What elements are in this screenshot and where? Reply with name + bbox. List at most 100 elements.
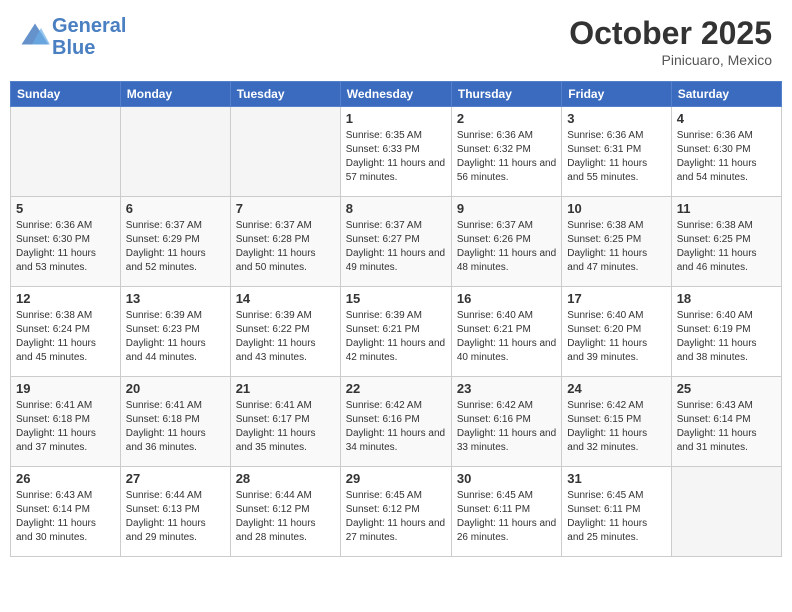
day-number: 20	[126, 381, 225, 396]
weekday-header-wednesday: Wednesday	[340, 82, 451, 107]
calendar-cell: 19Sunrise: 6:41 AMSunset: 6:18 PMDayligh…	[11, 377, 121, 467]
calendar-cell: 7 Sunrise: 6:37 AMSunset: 6:28 PMDaylight…	[230, 197, 340, 287]
day-number: 22	[346, 381, 446, 396]
calendar-cell: 26 Sunrise: 6:43 AMSunset: 6:14 PMDayligh…	[11, 467, 121, 557]
day-info: Sunrise: 6:43 AMSunset: 6:14 PMDaylight:…	[677, 399, 776, 455]
calendar-cell: 8 Sunrise: 6:37 AMSunset: 6:27 PMDaylight…	[340, 197, 451, 287]
calendar-cell: 27Sunrise: 6:44 AMSunset: 6:13 PMDayligh…	[120, 467, 230, 557]
day-info: Sunrise: 6:42 AMSunset: 6:16 PMDaylight:…	[346, 399, 446, 455]
day-number: 31	[567, 471, 665, 486]
weekday-header-monday: Monday	[120, 82, 230, 107]
calendar-cell: 5 Sunrise: 6:36 AMSunset: 6:30 PMDaylight…	[11, 197, 121, 287]
calendar-week-row: 19Sunrise: 6:41 AMSunset: 6:18 PMDayligh…	[11, 377, 782, 467]
calendar-cell: 1 Sunrise: 6:35 AMSunset: 6:33 PMDaylight…	[340, 107, 451, 197]
day-number: 9	[457, 201, 556, 216]
day-number: 7	[236, 201, 335, 216]
day-info: Sunrise: 6:36 AMSunset: 6:32 PMDaylight:…	[457, 129, 556, 185]
calendar-cell: 10Sunrise: 6:38 AMSunset: 6:25 PMDayligh…	[562, 197, 671, 287]
day-info: Sunrise: 6:35 AMSunset: 6:33 PMDaylight:…	[346, 129, 446, 185]
day-info: Sunrise: 6:41 AMSunset: 6:17 PMDaylight:…	[236, 399, 335, 455]
calendar-cell: 2 Sunrise: 6:36 AMSunset: 6:32 PMDaylight…	[451, 107, 561, 197]
day-number: 15	[346, 291, 446, 306]
day-info: Sunrise: 6:41 AMSunset: 6:18 PMDaylight:…	[126, 399, 225, 455]
day-number: 26	[16, 471, 115, 486]
day-number: 8	[346, 201, 446, 216]
logo-icon	[20, 22, 50, 52]
calendar-cell: 4Sunrise: 6:36 AMSunset: 6:30 PMDaylight…	[671, 107, 781, 197]
calendar-cell: 29Sunrise: 6:45 AMSunset: 6:12 PMDayligh…	[340, 467, 451, 557]
calendar-cell: 16Sunrise: 6:40 AMSunset: 6:21 PMDayligh…	[451, 287, 561, 377]
day-info: Sunrise: 6:40 AMSunset: 6:21 PMDaylight:…	[457, 309, 556, 365]
day-number: 24	[567, 381, 665, 396]
calendar-cell	[11, 107, 121, 197]
calendar-cell: 28Sunrise: 6:44 AMSunset: 6:12 PMDayligh…	[230, 467, 340, 557]
day-info: Sunrise: 6:37 AMSunset: 6:27 PMDaylight:…	[346, 219, 446, 275]
title-block: October 2025 Pinicuaro, Mexico	[569, 15, 772, 68]
calendar-cell: 14 Sunrise: 6:39 AMSunset: 6:22 PMDayligh…	[230, 287, 340, 377]
calendar-cell	[230, 107, 340, 197]
calendar-cell: 22 Sunrise: 6:42 AMSunset: 6:16 PMDayligh…	[340, 377, 451, 467]
day-number: 18	[677, 291, 776, 306]
logo: General Blue	[20, 15, 126, 59]
day-number: 11	[677, 201, 776, 216]
page-header: General Blue October 2025 Pinicuaro, Mex…	[10, 10, 782, 73]
calendar-cell: 21 Sunrise: 6:41 AMSunset: 6:17 PMDayligh…	[230, 377, 340, 467]
day-info: Sunrise: 6:38 AMSunset: 6:25 PMDaylight:…	[677, 219, 776, 275]
weekday-header-sunday: Sunday	[11, 82, 121, 107]
day-info: Sunrise: 6:45 AMSunset: 6:11 PMDaylight:…	[457, 489, 556, 545]
day-info: Sunrise: 6:39 AMSunset: 6:22 PMDaylight:…	[236, 309, 335, 365]
calendar-table: SundayMondayTuesdayWednesdayThursdayFrid…	[10, 81, 782, 557]
day-number: 5	[16, 201, 115, 216]
calendar-cell	[671, 467, 781, 557]
day-info: Sunrise: 6:39 AMSunset: 6:23 PMDaylight:…	[126, 309, 225, 365]
calendar-week-row: 26 Sunrise: 6:43 AMSunset: 6:14 PMDayligh…	[11, 467, 782, 557]
day-info: Sunrise: 6:44 AMSunset: 6:13 PMDaylight:…	[126, 489, 225, 545]
day-number: 23	[457, 381, 556, 396]
day-number: 1	[346, 111, 446, 126]
day-info: Sunrise: 6:43 AMSunset: 6:14 PMDaylight:…	[16, 489, 115, 545]
day-info: Sunrise: 6:42 AMSunset: 6:15 PMDaylight:…	[567, 399, 665, 455]
day-number: 2	[457, 111, 556, 126]
calendar-cell: 6 Sunrise: 6:37 AMSunset: 6:29 PMDaylight…	[120, 197, 230, 287]
logo-text: General Blue	[52, 15, 126, 59]
day-info: Sunrise: 6:37 AMSunset: 6:28 PMDaylight:…	[236, 219, 335, 275]
day-number: 10	[567, 201, 665, 216]
day-number: 25	[677, 381, 776, 396]
day-info: Sunrise: 6:41 AMSunset: 6:18 PMDaylight:…	[16, 399, 115, 455]
calendar-cell: 12 Sunrise: 6:38 AMSunset: 6:24 PMDayligh…	[11, 287, 121, 377]
day-number: 6	[126, 201, 225, 216]
day-info: Sunrise: 6:38 AMSunset: 6:24 PMDaylight:…	[16, 309, 115, 365]
calendar-cell: 24 Sunrise: 6:42 AMSunset: 6:15 PMDayligh…	[562, 377, 671, 467]
day-info: Sunrise: 6:37 AMSunset: 6:29 PMDaylight:…	[126, 219, 225, 275]
month-title: October 2025	[569, 15, 772, 52]
weekday-header-saturday: Saturday	[671, 82, 781, 107]
day-number: 4	[677, 111, 776, 126]
day-info: Sunrise: 6:39 AMSunset: 6:21 PMDaylight:…	[346, 309, 446, 365]
day-number: 17	[567, 291, 665, 306]
day-number: 12	[16, 291, 115, 306]
calendar-cell: 30 Sunrise: 6:45 AMSunset: 6:11 PMDayligh…	[451, 467, 561, 557]
day-number: 21	[236, 381, 335, 396]
day-info: Sunrise: 6:45 AMSunset: 6:11 PMDaylight:…	[567, 489, 665, 545]
calendar-cell: 25 Sunrise: 6:43 AMSunset: 6:14 PMDayligh…	[671, 377, 781, 467]
day-number: 13	[126, 291, 225, 306]
weekday-header-thursday: Thursday	[451, 82, 561, 107]
calendar-cell: 13 Sunrise: 6:39 AMSunset: 6:23 PMDayligh…	[120, 287, 230, 377]
calendar-cell: 23 Sunrise: 6:42 AMSunset: 6:16 PMDayligh…	[451, 377, 561, 467]
day-info: Sunrise: 6:36 AMSunset: 6:30 PMDaylight:…	[16, 219, 115, 275]
calendar-cell	[120, 107, 230, 197]
day-info: Sunrise: 6:37 AMSunset: 6:26 PMDaylight:…	[457, 219, 556, 275]
day-info: Sunrise: 6:40 AMSunset: 6:20 PMDaylight:…	[567, 309, 665, 365]
day-info: Sunrise: 6:45 AMSunset: 6:12 PMDaylight:…	[346, 489, 446, 545]
location-subtitle: Pinicuaro, Mexico	[569, 52, 772, 68]
weekday-header-friday: Friday	[562, 82, 671, 107]
calendar-cell: 18Sunrise: 6:40 AMSunset: 6:19 PMDayligh…	[671, 287, 781, 377]
calendar-cell: 9 Sunrise: 6:37 AMSunset: 6:26 PMDaylight…	[451, 197, 561, 287]
logo-general: General	[52, 15, 126, 37]
calendar-cell: 17 Sunrise: 6:40 AMSunset: 6:20 PMDayligh…	[562, 287, 671, 377]
day-number: 30	[457, 471, 556, 486]
day-number: 28	[236, 471, 335, 486]
day-info: Sunrise: 6:42 AMSunset: 6:16 PMDaylight:…	[457, 399, 556, 455]
day-number: 14	[236, 291, 335, 306]
day-info: Sunrise: 6:36 AMSunset: 6:31 PMDaylight:…	[567, 129, 665, 185]
